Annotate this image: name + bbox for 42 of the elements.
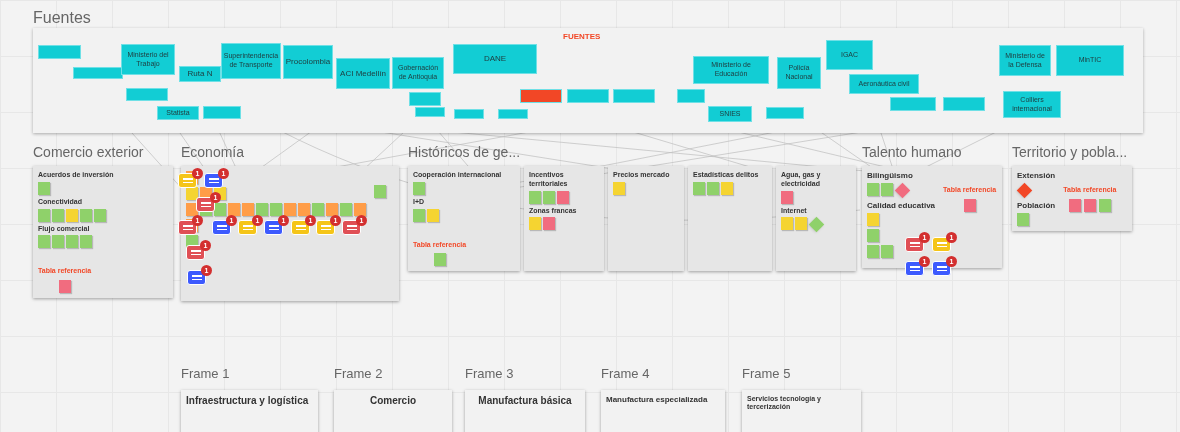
comment-icon[interactable] [178, 173, 197, 188]
group-label: Bilingüismo [867, 171, 914, 181]
frame-title: Economía [181, 143, 246, 161]
source-card [766, 107, 804, 119]
source-card [203, 106, 241, 119]
source-card [567, 89, 609, 103]
source-card [73, 67, 123, 79]
frame-heading: Manufactura básica [477, 394, 573, 407]
frame-title: Talento humano [862, 143, 963, 161]
frame-title: Fuentes [33, 8, 91, 28]
frame-title: Frame 1 [181, 365, 231, 383]
frame-heading: Manufactura especializada [606, 394, 709, 405]
frame-title: Territorio y pobla... [1012, 143, 1129, 161]
frame-heading: Comercio [368, 394, 418, 407]
source-card [409, 92, 441, 106]
frame-title: Históricos de ge... [408, 143, 522, 161]
frame-heading: FUENTES [563, 31, 601, 43]
frame-title: Frame 2 [334, 365, 384, 383]
frame-title: Frame 3 [465, 365, 515, 383]
source-card [454, 109, 484, 119]
frame-heading: Infraestructura y logística [186, 394, 310, 407]
frame-title: Frame 4 [601, 365, 651, 383]
group-label: Extensión [1017, 171, 1056, 181]
source-card: Ruta N [179, 66, 221, 82]
group-label: Población [1017, 201, 1056, 211]
source-card [415, 107, 445, 117]
source-card [38, 45, 81, 59]
source-card: ACI Medellín [336, 58, 390, 89]
source-card: DANE [453, 44, 537, 74]
source-card [126, 88, 168, 101]
comment-icon[interactable] [905, 261, 924, 276]
source-card [498, 109, 528, 119]
source-card [677, 89, 705, 103]
source-card [520, 89, 562, 103]
source-card: Procolombia [283, 45, 333, 79]
group-label: Calidad educativa [867, 201, 936, 211]
source-card [943, 97, 985, 111]
frame-title: Comercio exterior [33, 143, 145, 161]
source-card [890, 97, 936, 111]
source-card [613, 89, 655, 103]
comment-icon[interactable] [932, 261, 951, 276]
frame-title: Frame 5 [742, 365, 792, 383]
